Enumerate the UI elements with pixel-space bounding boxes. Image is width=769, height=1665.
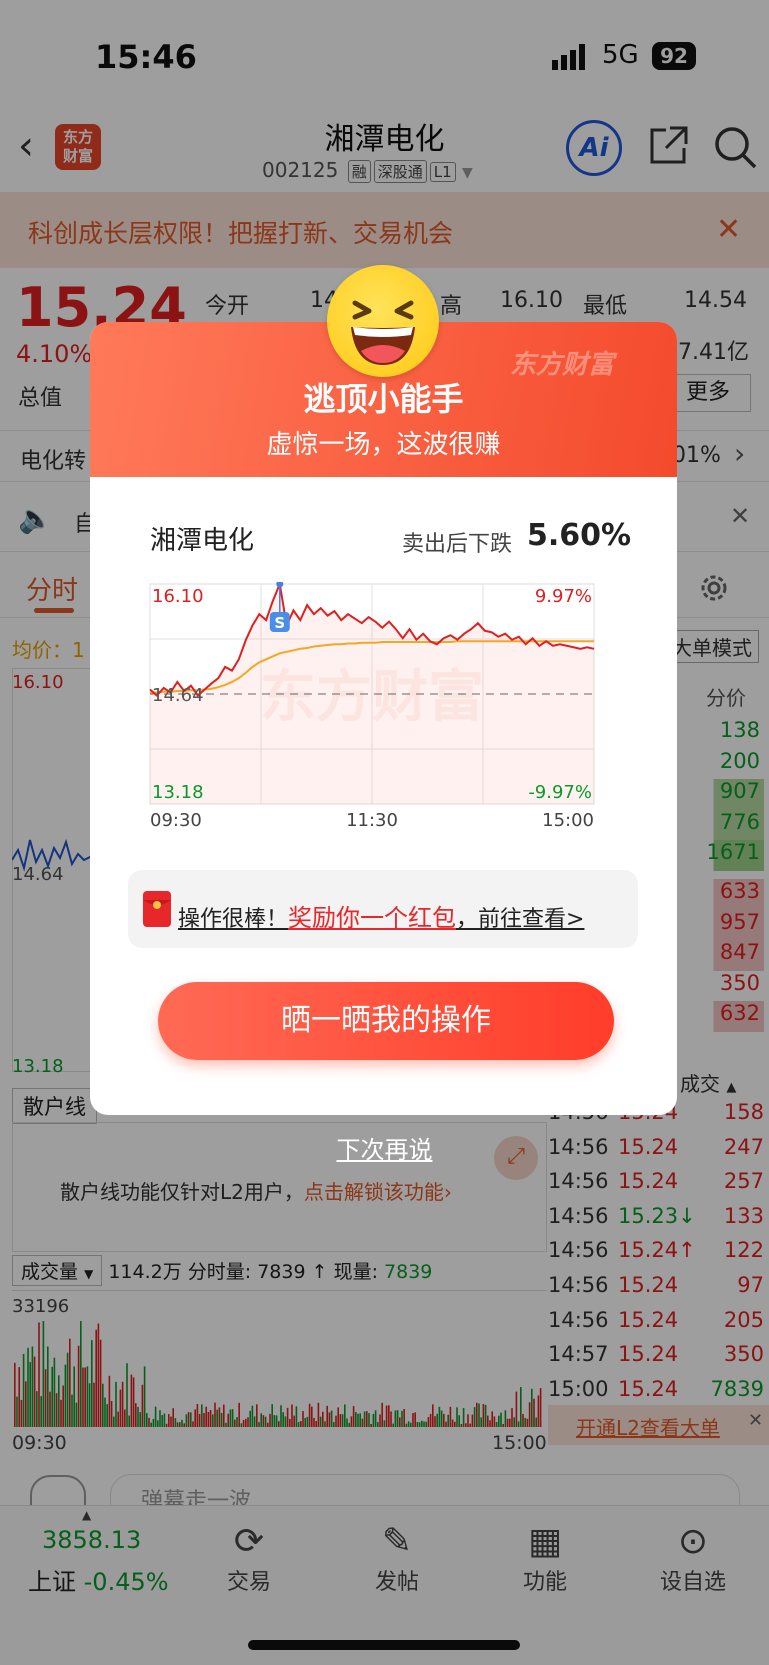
reward-prefix: 操作很棒！ xyxy=(178,907,289,932)
chart-pct-bottom: -9.97% xyxy=(528,782,592,803)
chart-x-tick: 09:30 xyxy=(150,810,202,831)
modal-subtitle: 虚惊一场，这波很赚 xyxy=(266,430,501,460)
modal-stock-name: 湘潭电化 xyxy=(150,526,255,556)
chart-pct-top: 9.97% xyxy=(535,586,592,607)
red-envelope-icon xyxy=(143,891,171,927)
drop-label: 卖出后下跌 xyxy=(402,532,513,557)
drop-value: 5.60% xyxy=(527,518,632,553)
sell-marker-label: S xyxy=(274,614,285,632)
reward-modal: 东方财富 逃顶小能手 虚惊一场，这波很赚 湘潭电化 卖出后下跌 5.60% 东方… xyxy=(90,322,677,1115)
share-operation-button[interactable]: 晒一晒我的操作 xyxy=(158,982,614,1060)
laughing-emoji-icon xyxy=(327,265,439,377)
chart-y-top: 16.10 xyxy=(152,586,204,607)
modal-title: 逃顶小能手 xyxy=(303,380,464,418)
chart-y-mid: 14.64 xyxy=(152,685,204,706)
chart-x-tick: 15:00 xyxy=(542,810,594,831)
later-link[interactable]: 下次再说 xyxy=(0,1130,769,1165)
reward-text: 操作很棒！奖励你一个红包，前往查看> xyxy=(178,898,584,933)
reward-suffix: ，前往查看> xyxy=(456,907,585,932)
chart-x-tick: 11:30 xyxy=(346,810,398,831)
emoji-face xyxy=(351,300,415,365)
reward-link[interactable]: 操作很棒！奖励你一个红包，前往查看> xyxy=(128,870,638,948)
reward-highlight: 奖励你一个红包 xyxy=(288,904,457,932)
modal-intraday-chart: 东方财富S16.1014.6413.189.97%-9.97%09:3011:3… xyxy=(149,582,595,831)
chart-y-bottom: 13.18 xyxy=(152,782,204,803)
